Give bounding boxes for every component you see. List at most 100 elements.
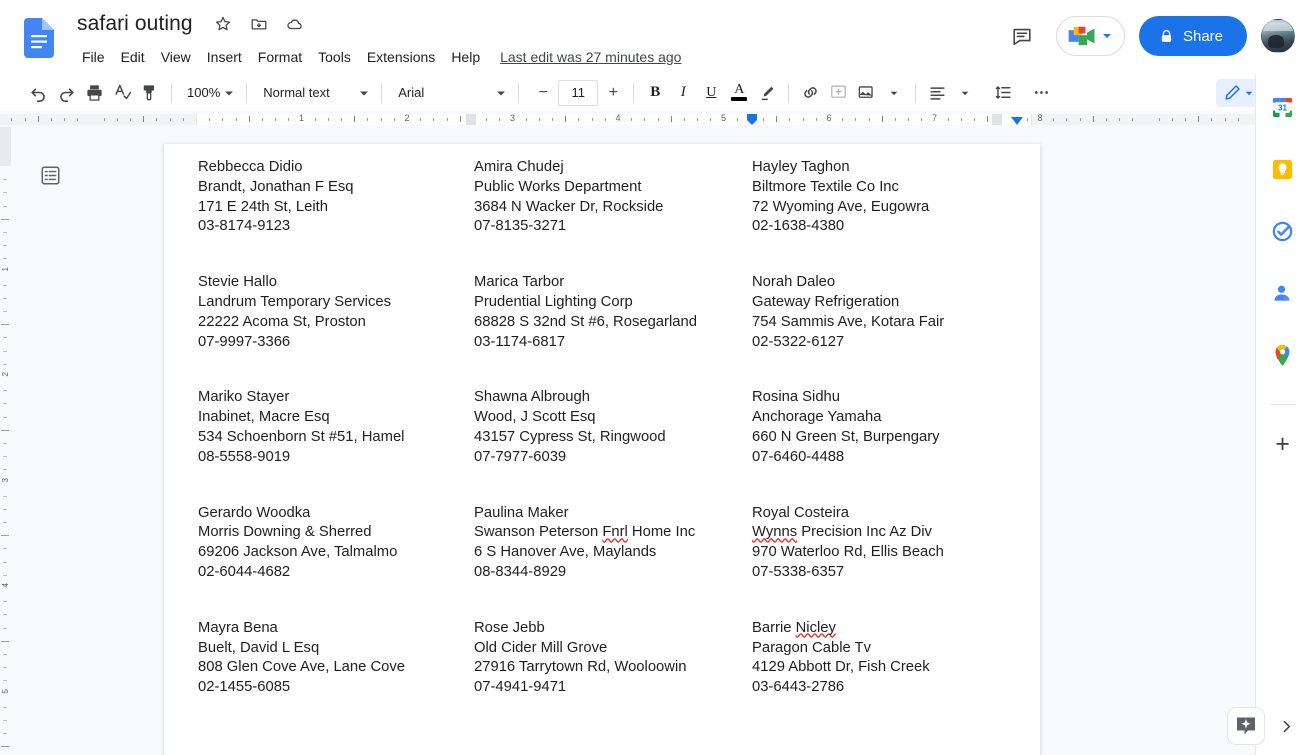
entry-phone: 03-1174-6817 [474, 333, 566, 350]
google-maps-icon[interactable] [1266, 338, 1300, 372]
entry-phone: 08-8344-8929 [474, 563, 567, 580]
misspelled-word: Fnrl [602, 524, 628, 541]
insert-image-dropdown[interactable] [880, 79, 908, 107]
ruler-tick [881, 116, 883, 122]
spellcheck-icon[interactable] [108, 79, 136, 107]
entry-name: Norah Daleo [752, 274, 836, 291]
menu-help[interactable]: Help [443, 46, 488, 68]
font-family-select[interactable]: Arial [389, 79, 511, 107]
document-title[interactable]: safari outing [74, 11, 196, 37]
line-spacing-icon[interactable] [989, 79, 1017, 107]
italic-button[interactable]: I [669, 79, 697, 107]
align-left-icon[interactable] [923, 79, 951, 107]
font-family-value: Arial [398, 85, 425, 100]
add-comment-icon[interactable] [824, 79, 852, 107]
ruler-tab-stop[interactable] [992, 114, 1002, 125]
redo-icon[interactable] [52, 79, 80, 107]
ruler-tick [3, 667, 7, 669]
menu-extensions[interactable]: Extensions [359, 46, 443, 68]
ruler-tick [644, 118, 646, 121]
font-size-increase-button[interactable]: + [600, 80, 626, 106]
ruler-tick [974, 118, 976, 121]
align-dropdown[interactable] [951, 79, 979, 107]
google-docs-logo[interactable] [22, 16, 56, 60]
text-color-button[interactable]: A [725, 79, 753, 107]
bold-button[interactable]: B [641, 79, 669, 107]
entry-address: 68828 S 32nd St #6, Rosegarland [474, 313, 697, 330]
comment-icon[interactable] [1002, 16, 1042, 56]
ruler-tick [3, 601, 7, 603]
account-avatar[interactable] [1261, 19, 1295, 53]
star-icon[interactable] [212, 13, 234, 35]
ruler-number: 3 [1, 477, 10, 482]
highlight-pen-icon[interactable] [753, 79, 781, 107]
menu-view[interactable]: View [153, 46, 199, 68]
google-tasks-icon[interactable] [1266, 214, 1300, 248]
font-size-decrease-button[interactable]: − [530, 80, 556, 106]
ruler-tick [908, 118, 910, 121]
ruler-tick [3, 284, 7, 286]
ruler-tick [894, 118, 896, 121]
menu-edit[interactable]: Edit [113, 46, 153, 68]
editing-mode-button[interactable] [1216, 78, 1259, 107]
ruler-tick [209, 118, 211, 121]
ruler-tick [3, 706, 7, 708]
ruler-indent-marker[interactable] [744, 113, 760, 126]
menu-file[interactable]: File [74, 46, 113, 68]
horizontal-ruler[interactable]: 1 2 3 4 5 6 7 8 [0, 111, 1255, 127]
document-page[interactable]: Rebbecca Didio Brandt, Jonathan F Esq 171 … [164, 144, 1040, 755]
add-app-button[interactable]: + [1266, 427, 1300, 461]
address-entry: Hayley Taghon Biltmore Textile Co Inc 72 W… [752, 158, 1016, 237]
ruler-tick [433, 118, 435, 121]
google-calendar-icon[interactable]: 31 [1266, 90, 1300, 124]
move-to-folder-icon[interactable] [248, 13, 270, 35]
share-button[interactable]: Share [1138, 16, 1247, 56]
google-meet-icon[interactable] [1055, 16, 1125, 56]
zoom-select[interactable]: 100% [179, 79, 239, 107]
ruler-number: 1 [298, 113, 305, 123]
entry-company: Brandt, Jonathan F Esq [198, 178, 354, 195]
ruler-tick [578, 118, 580, 121]
cloud-saved-icon[interactable] [284, 13, 306, 35]
ruler-tick [552, 118, 554, 121]
bold-label: B [650, 84, 661, 100]
ruler-tick [525, 118, 527, 121]
underline-button[interactable]: U [697, 79, 725, 107]
ruler-tick [380, 118, 382, 121]
undo-icon[interactable] [24, 79, 52, 107]
print-icon[interactable] [80, 79, 108, 107]
ruler-tick [3, 522, 7, 524]
document-outline-icon[interactable] [35, 160, 65, 190]
ruler-tick [565, 116, 567, 122]
more-options-icon[interactable] [1027, 79, 1055, 107]
ruler-tick [235, 118, 237, 121]
insert-link-icon[interactable] [796, 79, 824, 107]
ruler-tick [169, 118, 171, 121]
insert-image-icon[interactable] [852, 79, 880, 107]
gemini-sparkle-icon[interactable] [1227, 707, 1265, 745]
menu-tools[interactable]: Tools [310, 46, 359, 68]
ruler-tick [947, 118, 949, 121]
chevron-right-icon[interactable] [1271, 711, 1301, 741]
address-entry: Amira Chudej Public Works Department 3684 … [474, 158, 752, 237]
vertical-ruler[interactable]: 1 2 3 4 5 [0, 127, 11, 755]
menu-format[interactable]: Format [250, 46, 310, 68]
paragraph-style-select[interactable]: Normal text [254, 79, 374, 107]
google-apps-side-panel: 31 + [1227, 74, 1309, 755]
ruler-tick [3, 297, 7, 299]
menu-insert[interactable]: Insert [199, 46, 250, 68]
ruler-tab-stop[interactable] [466, 114, 476, 125]
entry-phone: 07-4941-9471 [474, 679, 567, 696]
ruler-tick [341, 118, 343, 121]
paint-format-icon[interactable] [136, 79, 164, 107]
last-edit-status[interactable]: Last edit was 27 minutes ago [500, 49, 681, 65]
font-size-input[interactable]: 11 [558, 79, 599, 106]
ruler-tick [868, 118, 870, 121]
ruler-tick [683, 118, 685, 121]
entry-address: 4129 Abbott Dr, Fish Creek [752, 659, 930, 676]
google-contacts-icon[interactable] [1266, 276, 1300, 310]
ruler-right-indent-marker[interactable] [1010, 116, 1024, 126]
entry-company: Anchorage Yamaha [752, 409, 882, 426]
entry-address: 171 E 24th St, Leith [198, 198, 328, 215]
google-keep-icon[interactable] [1266, 152, 1300, 186]
